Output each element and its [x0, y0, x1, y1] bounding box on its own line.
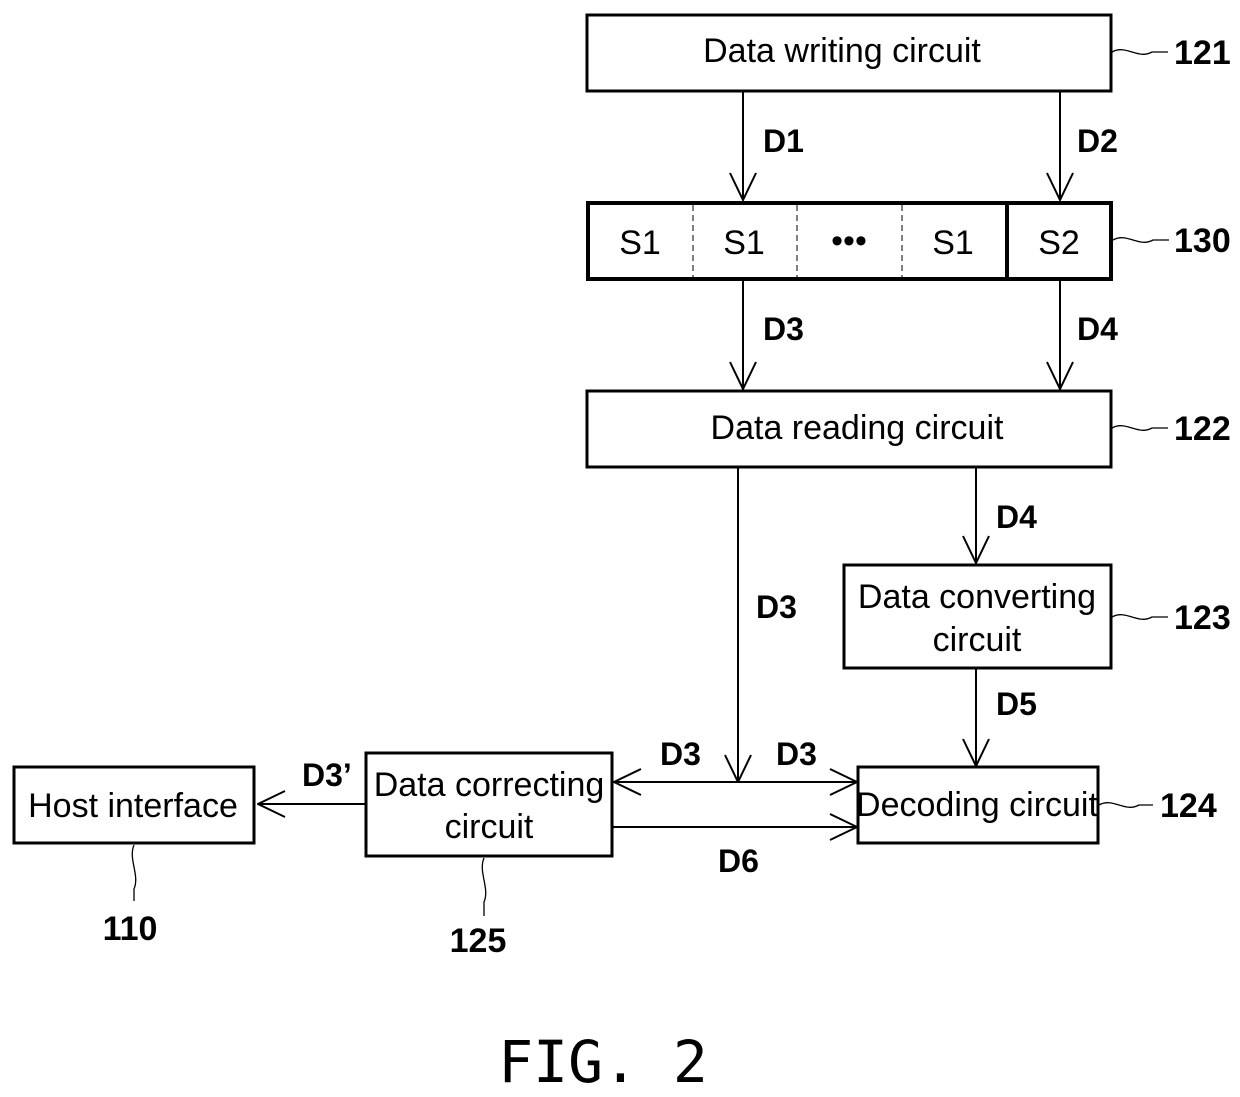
signal-d1: D1 — [763, 123, 804, 159]
decoding-circuit-label: Decoding circuit — [856, 786, 1098, 824]
decoding-circuit-block: Decoding circuit — [856, 765, 1100, 845]
data-writing-circuit-label: Data writing circuit — [703, 32, 981, 70]
data-writing-circuit-block: Data writing circuit — [585, 13, 1113, 93]
leader-123 — [1111, 614, 1168, 620]
leader-122 — [1111, 425, 1168, 431]
ref-123: 123 — [1174, 599, 1231, 637]
signal-d3-left: D3 — [660, 736, 701, 772]
signal-d3-reading: D3 — [756, 589, 797, 625]
leader-130 — [1112, 237, 1169, 243]
memory-cell-ellipsis: ••• — [831, 222, 867, 260]
data-reading-circuit-label: Data reading circuit — [711, 409, 1004, 447]
memory-block: S1 S1 ••• S1 S2 — [586, 201, 1113, 281]
ref-125: 125 — [450, 922, 507, 960]
ref-110: 110 — [103, 910, 158, 948]
leader-121 — [1111, 49, 1168, 55]
memory-cell-s1: S1 — [723, 224, 765, 262]
signal-d3-prime: D3’ — [302, 757, 352, 793]
signal-d4-memory: D4 — [1077, 311, 1118, 347]
host-interface-label: Host interface — [28, 787, 238, 825]
leader-124 — [1098, 802, 1153, 808]
ref-124: 124 — [1160, 787, 1217, 825]
signal-d2: D2 — [1077, 123, 1118, 159]
signal-d4-reading: D4 — [996, 499, 1037, 535]
memory-cell-s2: S2 — [1038, 224, 1080, 262]
data-converting-circuit-block: Data converting circuit — [842, 563, 1113, 670]
signal-d6: D6 — [718, 843, 759, 879]
ref-130: 130 — [1174, 222, 1231, 260]
host-interface-block: Host interface — [12, 765, 256, 845]
data-reading-circuit-block: Data reading circuit — [585, 389, 1113, 469]
signal-d3-right: D3 — [776, 736, 817, 772]
block-diagram: Data writing circuit 121 D1 D2 S1 S1 •••… — [12, 13, 1231, 1096]
data-converting-circuit-label-line2: circuit — [933, 621, 1022, 659]
data-correcting-circuit-label-line1: Data correcting — [374, 766, 605, 804]
signal-d5: D5 — [996, 686, 1037, 722]
memory-cell-s1: S1 — [932, 224, 974, 262]
signal-d3-memory: D3 — [763, 311, 804, 347]
figure-caption: FIG. 2 — [498, 1028, 708, 1096]
data-correcting-circuit-label-line2: circuit — [445, 808, 534, 846]
leader-125 — [481, 857, 487, 916]
ref-122: 122 — [1174, 410, 1231, 448]
memory-cell-s1: S1 — [619, 224, 661, 262]
data-correcting-circuit-block: Data correcting circuit — [364, 751, 614, 858]
ref-121: 121 — [1174, 34, 1231, 72]
data-converting-circuit-label-line1: Data converting — [858, 578, 1096, 616]
leader-110 — [131, 844, 137, 901]
